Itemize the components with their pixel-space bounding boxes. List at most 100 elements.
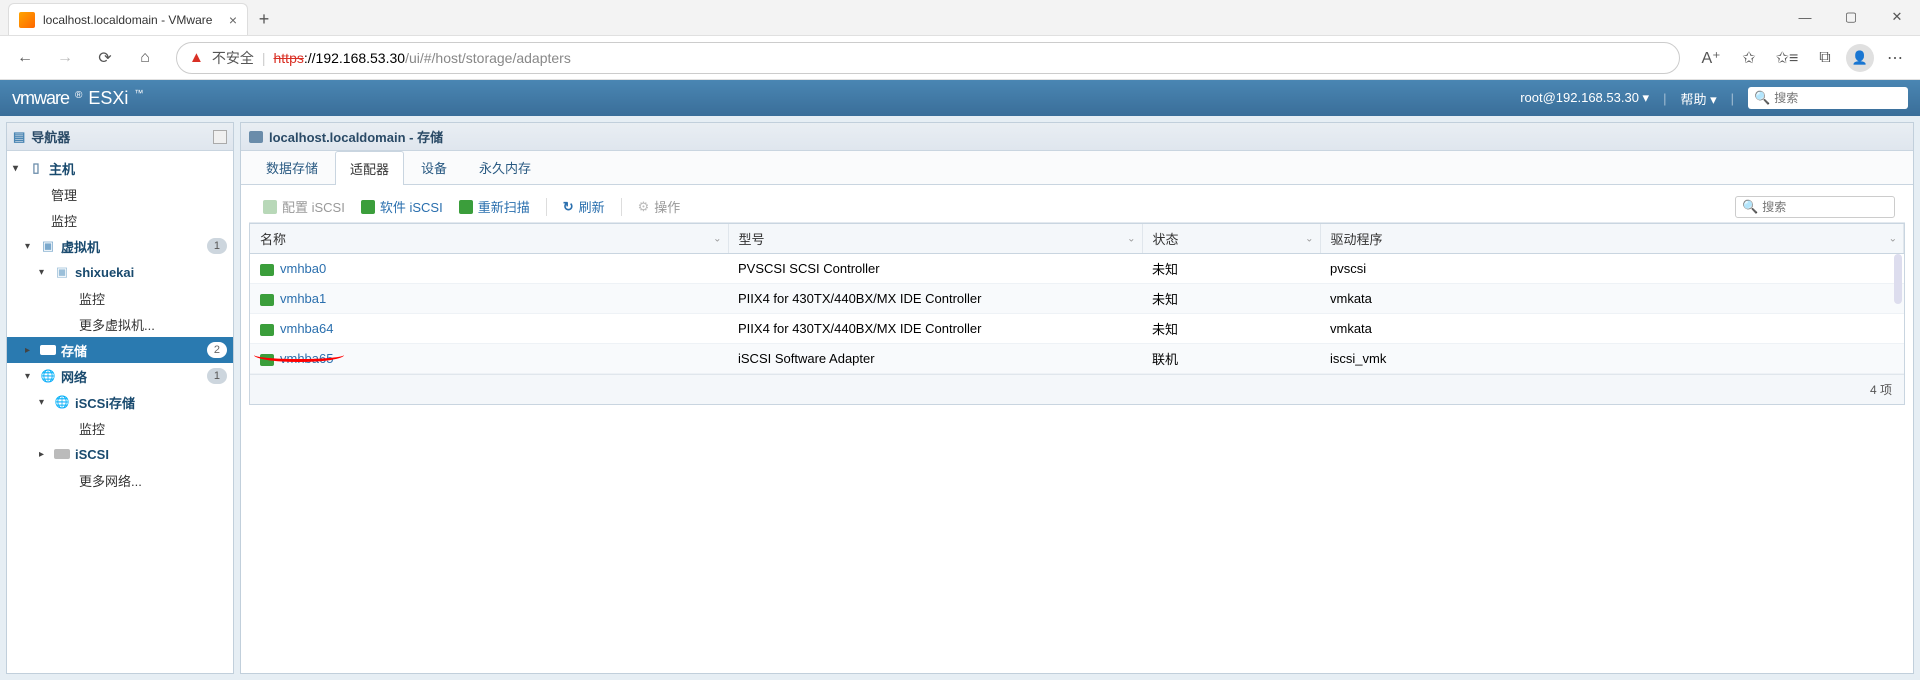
nav-iscsi-store[interactable]: ▾iSCSi存储	[7, 389, 233, 415]
navigator-collapse-icon[interactable]	[213, 130, 227, 144]
cell-model: PIIX4 for 430TX/440BX/MX IDE Controller	[728, 314, 1142, 344]
profile-avatar[interactable]: 👤	[1846, 44, 1874, 72]
user-menu[interactable]: root@192.168.53.30 ▾	[1520, 90, 1649, 106]
table-row[interactable]: vmhba1PIIX4 for 430TX/440BX/MX IDE Contr…	[250, 284, 1904, 314]
insecure-warning-icon: ▲	[189, 49, 204, 66]
cell-name[interactable]: vmhba0	[250, 254, 728, 284]
vm-icon	[40, 239, 56, 253]
window-minimize[interactable]: —	[1782, 0, 1828, 35]
actions-button[interactable]: ⚙操作	[634, 195, 685, 218]
url-scheme: https	[274, 50, 304, 66]
col-driver[interactable]: 驱动程序⌄	[1320, 224, 1904, 254]
adapter-icon	[260, 264, 274, 276]
nav-network[interactable]: ▾网络1	[7, 363, 233, 389]
tab-datastores[interactable]: 数据存储	[251, 150, 333, 184]
adapters-table: 名称⌄ 型号⌄ 状态⌄ 驱动程序⌄ vmhba0PVSCSI SCSI Cont…	[249, 223, 1905, 405]
nav-storage[interactable]: ▸存储2	[7, 337, 233, 363]
help-menu[interactable]: 帮助 ▾	[1680, 89, 1716, 108]
nav-home-button[interactable]: ⌂	[128, 41, 162, 75]
refresh-button[interactable]: ↻刷新	[559, 195, 609, 218]
nav-back-button[interactable]: ←	[8, 41, 42, 75]
cell-status: 联机	[1142, 344, 1320, 374]
cell-name[interactable]: vmhba64	[250, 314, 728, 344]
chevron-down-icon[interactable]: ⌄	[1305, 233, 1313, 244]
cell-driver: vmkata	[1320, 314, 1904, 344]
configure-iscsi-button[interactable]: 配置 iSCSI	[259, 195, 349, 218]
browser-tab[interactable]: localhost.localdomain - VMware ×	[8, 3, 248, 35]
table-row[interactable]: vmhba0PVSCSI SCSI Controller未知pvscsi	[250, 254, 1904, 284]
window-maximize[interactable]: ▢	[1828, 0, 1874, 35]
nav-reload-button[interactable]: ⟳	[88, 41, 122, 75]
network-icon	[40, 369, 56, 383]
search-icon: 🔍	[1754, 90, 1770, 106]
more-menu-icon[interactable]: ⋯	[1878, 41, 1912, 75]
collections-icon[interactable]: ⧉	[1808, 41, 1842, 75]
favorite-star-icon[interactable]: ✩	[1732, 41, 1766, 75]
rescan-button[interactable]: 重新扫描	[455, 195, 534, 218]
col-name[interactable]: 名称⌄	[250, 224, 728, 254]
nav-vm-monitor[interactable]: 监控	[7, 285, 233, 311]
window-controls: — ▢ ✕	[1782, 0, 1920, 35]
tab-persistent-memory[interactable]: 永久内存	[464, 150, 546, 184]
toolbar-separator	[621, 198, 622, 216]
nav-forward-button[interactable]: →	[48, 41, 82, 75]
table-row[interactable]: vmhba64PIIX4 for 430TX/440BX/MX IDE Cont…	[250, 314, 1904, 344]
new-tab-button[interactable]: +	[248, 3, 280, 35]
cell-model: PVSCSI SCSI Controller	[728, 254, 1142, 284]
table-header-row: 名称⌄ 型号⌄ 状态⌄ 驱动程序⌄	[250, 224, 1904, 254]
refresh-icon: ↻	[563, 199, 574, 215]
table-search[interactable]: 🔍	[1735, 196, 1895, 218]
global-search-input[interactable]	[1774, 91, 1902, 105]
nav-vms[interactable]: ▾虚拟机1	[7, 233, 233, 259]
navigator-title: ▤ 导航器	[7, 123, 233, 151]
rescan-icon	[459, 200, 473, 214]
tab-close-icon[interactable]: ×	[229, 12, 237, 28]
software-iscsi-icon	[361, 200, 375, 214]
software-iscsi-button[interactable]: 软件 iSCSI	[357, 195, 447, 218]
table-footer: 4 项	[250, 374, 1904, 404]
chevron-down-icon[interactable]: ⌄	[1889, 233, 1897, 244]
adapter-icon	[260, 324, 274, 336]
workspace: ▤ 导航器 ▾主机 管理 监控 ▾虚拟机1 ▾shixuekai 监控 更多虚拟…	[0, 116, 1920, 680]
nav-host-manage[interactable]: 管理	[7, 181, 233, 207]
col-model[interactable]: 型号⌄	[728, 224, 1142, 254]
scrollbar-thumb[interactable]	[1894, 254, 1902, 304]
nav-more-vms[interactable]: 更多虚拟机...	[7, 311, 233, 337]
content-panel: localhost.localdomain - 存储 数据存储 适配器 设备 永…	[240, 122, 1914, 674]
table-search-input[interactable]	[1762, 200, 1888, 214]
chevron-down-icon[interactable]: ⌄	[1127, 233, 1135, 244]
nav-iscsi-monitor[interactable]: 监控	[7, 415, 233, 441]
adapter-toolbar: 配置 iSCSI 软件 iSCSI 重新扫描 ↻刷新 ⚙操作 🔍	[249, 191, 1905, 223]
nav-iscsi[interactable]: ▸iSCSI	[7, 441, 233, 467]
content-title: localhost.localdomain - 存储	[241, 123, 1913, 151]
insecure-label: 不安全	[212, 48, 254, 68]
nav-more-networks[interactable]: 更多网络...	[7, 467, 233, 493]
nav-vm-shixuekai[interactable]: ▾shixuekai	[7, 259, 233, 285]
cell-status: 未知	[1142, 314, 1320, 344]
browser-tab-strip: localhost.localdomain - VMware × + — ▢ ✕	[0, 0, 1920, 36]
global-search[interactable]: 🔍	[1748, 87, 1908, 109]
esxi-logo: vmware ® ESXi ™	[12, 88, 143, 109]
person-icon: 👤	[1852, 50, 1868, 66]
cell-name[interactable]: vmhba65	[250, 344, 728, 374]
tab-adapters[interactable]: 适配器	[335, 151, 404, 185]
url-bar[interactable]: ▲ 不安全 | https://192.168.53.30/ui/#/host/…	[176, 42, 1680, 74]
vm-instance-icon	[54, 265, 70, 279]
navigator-tree: ▾主机 管理 监控 ▾虚拟机1 ▾shixuekai 监控 更多虚拟机... ▸…	[7, 151, 233, 497]
nav-host[interactable]: ▾主机	[7, 155, 233, 181]
cell-name[interactable]: vmhba1	[250, 284, 728, 314]
table-row[interactable]: vmhba65iSCSI Software Adapter联机iscsi_vmk	[250, 344, 1904, 374]
favorites-bar-icon[interactable]: ✩≡	[1770, 41, 1804, 75]
nav-host-monitor[interactable]: 监控	[7, 207, 233, 233]
cell-driver: iscsi_vmk	[1320, 344, 1904, 374]
window-close[interactable]: ✕	[1874, 0, 1920, 35]
col-status[interactable]: 状态⌄	[1142, 224, 1320, 254]
gear-icon: ⚙	[638, 199, 650, 215]
browser-toolbar: ← → ⟳ ⌂ ▲ 不安全 | https://192.168.53.30/ui…	[0, 36, 1920, 80]
datastore-title-icon	[249, 131, 263, 143]
read-aloud-icon[interactable]: A⁺	[1694, 41, 1728, 75]
esxi-header: vmware ® ESXi ™ root@192.168.53.30 ▾ | 帮…	[0, 80, 1920, 116]
navigator-icon: ▤	[13, 129, 25, 145]
tab-devices[interactable]: 设备	[406, 150, 462, 184]
chevron-down-icon[interactable]: ⌄	[713, 233, 721, 244]
